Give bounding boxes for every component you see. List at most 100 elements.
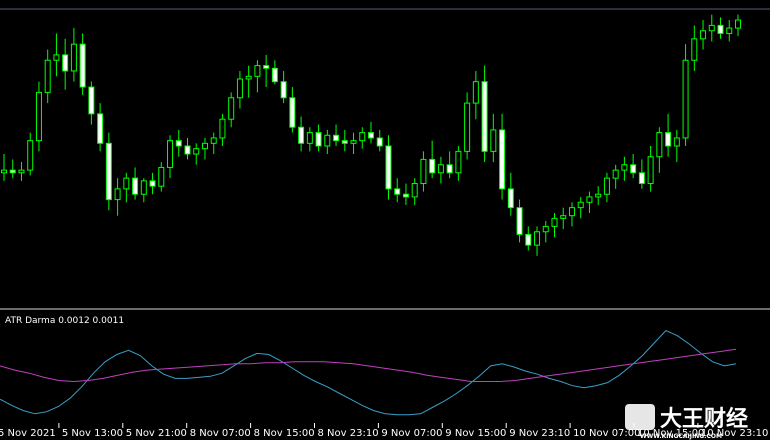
candle-body (263, 65, 270, 69)
x-tick-label: 5 Nov 2021 (0, 428, 56, 439)
candle-body (271, 67, 278, 83)
candle-body (158, 166, 165, 187)
candle-body (149, 180, 156, 187)
candle-body (184, 145, 191, 155)
candle-body (437, 164, 444, 174)
candle-body (455, 150, 462, 174)
candle-body (691, 38, 698, 61)
candle-body (464, 102, 471, 152)
candle-body (368, 132, 374, 139)
candle-body (219, 118, 226, 139)
candle-body (560, 215, 567, 219)
candle-body (175, 140, 182, 147)
x-tick-label: 5 Nov 13:00 (62, 428, 123, 439)
candle-body (708, 24, 715, 32)
chart-background (0, 0, 770, 440)
candle-body (341, 140, 348, 144)
candle-body (315, 132, 322, 147)
candle-body (201, 142, 208, 150)
candle-body (411, 183, 418, 198)
candle-body (726, 27, 733, 34)
watermark-url: WWW.KINGCAIJING.COM (640, 433, 722, 440)
candle-body (105, 142, 112, 201)
candle-body (53, 54, 60, 61)
candle-body (70, 43, 77, 72)
candle-body (1, 169, 7, 174)
candle-body (525, 233, 532, 246)
candle-body (586, 196, 593, 203)
candle-body (568, 207, 575, 217)
candle-body (534, 231, 541, 246)
candle-body (324, 134, 331, 147)
candle-body (656, 132, 663, 158)
candle-body (27, 140, 34, 171)
candle-body (79, 43, 86, 88)
candle-body (167, 140, 174, 168)
indicator-title: ATR Darma 0.0012 0.0011 (5, 316, 124, 326)
x-tick-label: 5 Nov 21:00 (126, 428, 187, 439)
candle-body (542, 225, 549, 233)
candle-body (595, 193, 602, 198)
x-tick-label: 9 Nov 15:00 (445, 428, 506, 439)
candle-body (306, 132, 313, 144)
candle-body (114, 188, 121, 201)
candle (35, 81, 42, 152)
candle-body (62, 54, 69, 72)
candle-body (333, 134, 340, 142)
candle-body (132, 177, 139, 195)
candle-body (280, 81, 287, 99)
candle-body (385, 145, 392, 190)
candle-body (516, 207, 523, 235)
candle-body (254, 65, 261, 77)
x-tick-label: 9 Nov 07:00 (381, 428, 442, 439)
candle-body (551, 217, 558, 227)
candle-body (18, 169, 25, 174)
candle-body (647, 156, 654, 185)
candle-body (88, 86, 95, 115)
candle-body (446, 164, 453, 174)
candle-body (123, 177, 130, 190)
candle-body (97, 113, 104, 144)
candle-body (700, 30, 707, 40)
candle-body (245, 75, 252, 80)
candle-body (376, 137, 383, 147)
candle-body (350, 140, 357, 144)
candle-body (673, 137, 680, 147)
candle-body (210, 137, 217, 144)
candle-body (682, 59, 689, 139)
candle-body (472, 81, 479, 104)
candle-body (638, 172, 645, 185)
candle-body (402, 193, 409, 198)
candle-body (577, 201, 584, 209)
candle-body (228, 97, 235, 120)
candle-body (289, 97, 296, 128)
candle-body (429, 158, 436, 174)
candle-body (735, 19, 741, 29)
candle (105, 132, 112, 211)
candle-body (9, 169, 16, 174)
candle-body (420, 158, 427, 185)
x-tick-label: 8 Nov 07:00 (190, 428, 251, 439)
x-tick-label: 8 Nov 23:10 (318, 428, 379, 439)
price-chart[interactable]: ATR Darma 0.0012 0.0011 5 Nov 2021 5 Nov … (0, 0, 770, 440)
candle-body (490, 129, 497, 152)
candle-body (630, 164, 637, 174)
x-tick-label: 9 Nov 23:10 (509, 428, 570, 439)
candle-body (35, 91, 42, 142)
candle-body (359, 132, 366, 142)
candle-body (507, 188, 514, 209)
watermark-mark-icon (625, 404, 655, 430)
candle-body (665, 132, 672, 147)
x-tick-label: 8 Nov 15:00 (254, 428, 315, 439)
candle-body (298, 126, 305, 144)
candle-body (394, 188, 401, 195)
candle-body (612, 169, 619, 179)
candle-body (717, 24, 724, 34)
candle-body (481, 81, 488, 152)
candle-body (236, 78, 243, 99)
candle-body (44, 59, 51, 93)
candle-body (140, 180, 147, 195)
candle-body (603, 177, 610, 195)
watermark-text: 大王财经 (660, 406, 748, 432)
candle-body (193, 148, 200, 155)
